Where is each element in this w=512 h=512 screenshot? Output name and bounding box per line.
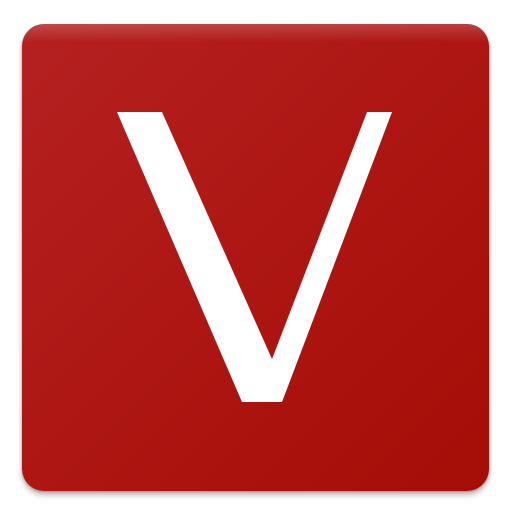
icon-canvas: V [0, 0, 512, 512]
app-icon[interactable]: V [22, 24, 489, 491]
letter-v-shape [117, 112, 392, 402]
letter-v-glyph [117, 112, 392, 402]
